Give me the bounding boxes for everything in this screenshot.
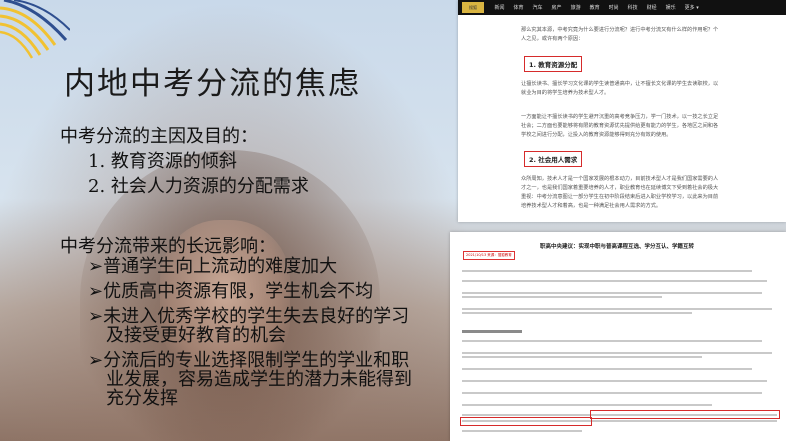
nav-item-more[interactable]: 更多 ▾	[685, 4, 699, 11]
text-line	[462, 380, 767, 382]
nav-item[interactable]: 时尚	[609, 4, 619, 11]
section2-heading: 中考分流带来的长远影响：	[60, 236, 276, 257]
text-line	[462, 356, 702, 358]
bullet-item-2: ➢优质高中资源有限，学生机会不均	[88, 282, 373, 301]
slide: 内地中考分流的焦虑 中考分流的主因及目的： 1. 教育资源的倾斜 2. 社会人力…	[0, 0, 786, 441]
article-nav-bar: 搜狐 新闻 体育 汽车 房产 旅游 教育 时尚 科技 财经 娱乐 更多 ▾	[458, 0, 786, 15]
bullet-line: 充分发挥	[106, 388, 178, 409]
arrow-bullet-icon: ➢	[88, 281, 104, 302]
nav-item[interactable]: 教育	[590, 4, 600, 11]
text-line	[462, 368, 752, 370]
nav-item[interactable]: 体育	[514, 4, 524, 11]
bullet-line: 分流后的专业选择限制学生的学业和职	[103, 350, 410, 371]
decorative-logo-icon	[0, 0, 70, 59]
nav-item[interactable]: 娱乐	[666, 4, 676, 11]
bullet-item-3: ➢未进入优秀学校的学生失去良好的学习 及接受更好教育的机会	[88, 307, 409, 345]
nav-item[interactable]: 新闻	[495, 4, 505, 11]
article1-paragraph-1: 让擅长读书、擅长学习文化课的学生读普通高中，让不擅长文化课的学生去读职校，以就业…	[521, 81, 719, 96]
bullet-line: 及接受更好教育的机会	[106, 325, 286, 346]
arrow-bullet-icon: ➢	[88, 350, 104, 371]
text-line	[462, 296, 662, 298]
section1-item-2: 2. 社会人力资源的分配需求	[88, 176, 309, 197]
section1-item-1: 1. 教育资源的倾斜	[88, 151, 237, 172]
arrow-bullet-icon: ➢	[88, 306, 104, 327]
article1-heading-2: 2. 社会用人需求	[524, 151, 583, 167]
text-line	[462, 270, 752, 272]
article1-intro: 那么究其本源，中考究竟为什么要进行分流呢？进行中考分流又有什么样的作用呢？个人之…	[521, 27, 719, 42]
nav-item[interactable]: 旅游	[571, 4, 581, 11]
text-line	[462, 308, 772, 310]
bullet-line: 业发展，容易造成学生的潜力未能得到	[106, 369, 412, 390]
article-screenshot-2: 职高中央建议：实现中职与普高课程互选、学分互认、学籍互转 2021/10/13 …	[450, 232, 786, 441]
text-line	[462, 352, 772, 354]
article1-heading-1: 1. 教育资源分配	[524, 56, 583, 72]
highlight-box	[460, 417, 592, 426]
arrow-bullet-icon: ➢	[88, 256, 104, 277]
sohu-logo: 搜狐	[462, 2, 484, 13]
slide-title: 内地中考分流的焦虑	[64, 66, 361, 102]
text-line	[462, 312, 692, 314]
nav-item[interactable]: 科技	[628, 4, 638, 11]
article1-paragraph-2: 一方面能让不擅长读书的学生避开沉重的高考竞争压力，学一门技术，以一技之长立足社会…	[521, 114, 719, 138]
nav-item[interactable]: 房产	[552, 4, 562, 11]
text-line	[462, 292, 762, 294]
article-screenshot-1: 搜狐 新闻 体育 汽车 房产 旅游 教育 时尚 科技 财经 娱乐 更多 ▾ 那么…	[458, 0, 786, 222]
bullet-item-1: ➢普通学生向上流动的难度加大	[88, 257, 337, 276]
text-line	[462, 430, 582, 432]
article1-paragraph-3: 众所周知，技术人才是一个国家发展的根本动力，目前技术型人才是我们国家需要的人才之…	[521, 176, 719, 209]
article2-meta: 2021/10/13 来源：搜狐教育	[463, 251, 515, 260]
section1-heading: 中考分流的主因及目的：	[60, 126, 258, 147]
text-line	[462, 280, 767, 282]
text-line	[462, 392, 762, 394]
nav-item[interactable]: 汽车	[533, 4, 543, 11]
nav-item[interactable]: 财经	[647, 4, 657, 11]
bullet-line: 优质高中资源有限，学生机会不均	[103, 281, 374, 302]
highlight-box	[590, 410, 780, 419]
bullet-item-4: ➢分流后的专业选择限制学生的学业和职 业发展，容易造成学生的潜力未能得到 充分发…	[88, 351, 412, 408]
article2-title: 职高中央建议：实现中职与普高课程互选、学分互认、学籍互转	[540, 244, 695, 250]
subheading-line	[462, 330, 522, 333]
bullet-line: 未进入优秀学校的学生失去良好的学习	[103, 306, 410, 327]
text-line	[462, 340, 762, 342]
bullet-line: 普通学生向上流动的难度加大	[103, 256, 338, 277]
text-line	[462, 404, 712, 406]
